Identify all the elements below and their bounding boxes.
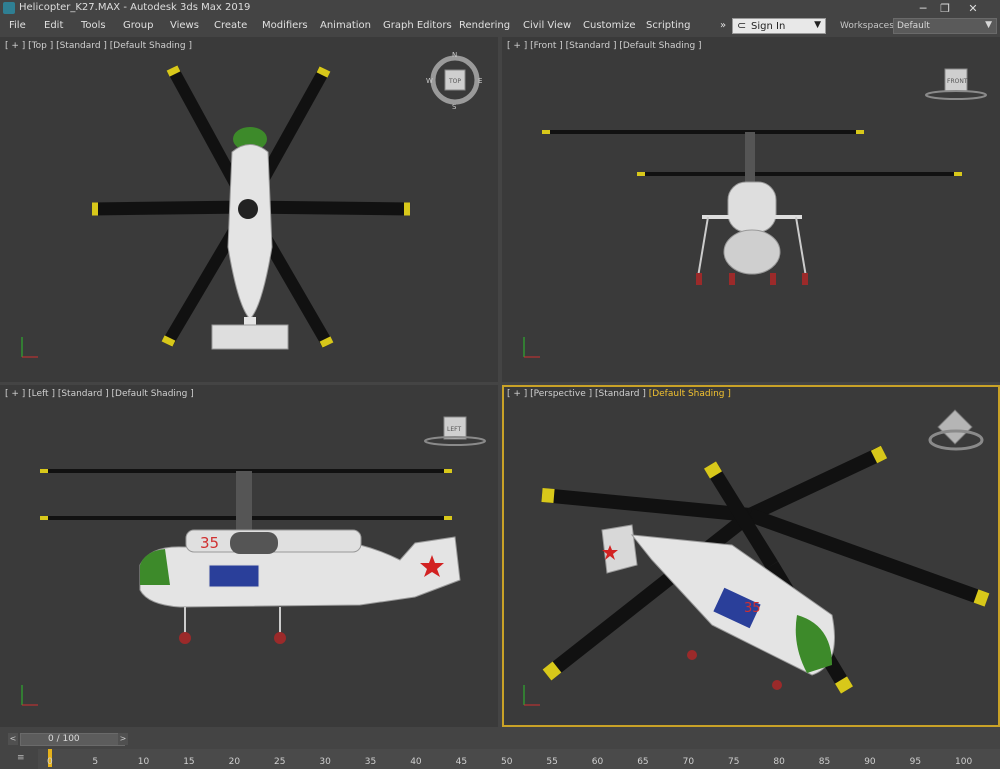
viewcube[interactable]: LEFT [424, 416, 486, 446]
compass-s: S [452, 103, 457, 111]
chevron-down-icon: ▼ [985, 20, 992, 30]
timeline-tick-label: 35 [364, 757, 377, 767]
timeline-tick-label: 75 [728, 757, 740, 767]
tail-number: 35 [744, 601, 761, 616]
chevron-down-icon: ▼ [814, 20, 821, 30]
timeline-tick-label: 50 [501, 757, 513, 767]
menu-civil-view[interactable]: Civil View [523, 20, 571, 31]
viewport-left-scene: LEFT 35 [21, 416, 486, 706]
timeline-tick-label: 80 [773, 757, 785, 767]
timeline-tick-label: 20 [228, 757, 241, 767]
title-bar: Helicopter_K27.MAX - Autodesk 3ds Max 20… [0, 0, 1000, 17]
viewport-front[interactable]: [ + ] [Front ] [Standard ] [Default Shad… [502, 37, 1000, 382]
timeline-next-button[interactable]: > [118, 733, 128, 745]
menu-create[interactable]: Create [214, 20, 247, 31]
time-slider-label: 0 / 100 [48, 734, 80, 744]
menu-overflow-icon[interactable]: » [720, 20, 726, 31]
viewport-perspective-scene: 35 [523, 409, 990, 706]
menu-file[interactable]: File [9, 20, 26, 31]
maximize-button[interactable]: ❐ [932, 1, 958, 16]
viewport-perspective[interactable]: [ + ] [Perspective ] [Standard ] [Defaul… [502, 385, 1000, 727]
viewport-top-scene: TOP N S E W [21, 51, 482, 358]
viewport-top-label[interactable]: [ + ] [Top ] [Standard ] [Default Shadin… [5, 41, 192, 51]
menu-modifiers[interactable]: Modifiers [262, 20, 308, 31]
viewport-front-scene: FRONT [523, 68, 987, 358]
sign-in-label: Sign In [751, 21, 786, 32]
user-icon: ⊂ [737, 19, 747, 32]
tail-number: 35 [200, 534, 219, 552]
viewcube-compass[interactable]: TOP N S E W [426, 51, 482, 111]
timeline-tick-label: 90 [864, 757, 876, 767]
menu-rendering[interactable]: Rendering [459, 20, 510, 31]
viewcube-face-label: FRONT [947, 78, 968, 85]
timeline-tick-label: 65 [637, 757, 649, 767]
menu-views[interactable]: Views [170, 20, 199, 31]
menu-tools[interactable]: Tools [81, 20, 106, 31]
compass-e: E [478, 77, 482, 85]
close-button[interactable]: ✕ [960, 1, 986, 16]
menu-animation[interactable]: Animation [320, 20, 371, 31]
compass-n: N [452, 51, 457, 59]
timeline-tick-label: 15 [183, 757, 195, 767]
menu-scripting[interactable]: Scripting [646, 20, 690, 31]
menu-edit[interactable]: Edit [44, 20, 63, 31]
timeline-tick-label: 40 [410, 757, 422, 767]
viewcube[interactable]: FRONT [925, 68, 987, 100]
timeline-tick-label: 55 [546, 757, 558, 767]
compass-w: W [426, 77, 433, 85]
timeline-tick-label: 45 [455, 757, 468, 767]
viewport-perspective-label-shading: [Default Shading ] [648, 389, 731, 399]
app-icon [3, 2, 15, 14]
sign-in-dropdown[interactable]: ⊂ Sign In ▼ [732, 18, 826, 34]
workspaces-dropdown[interactable]: Default ▼ [893, 18, 997, 34]
timeline-tick-label: 100 [955, 757, 973, 767]
timeline-tick-label: 25 [274, 757, 286, 767]
menu-graph-editors[interactable]: Graph Editors [383, 20, 452, 31]
menu-group[interactable]: Group [123, 20, 153, 31]
timeline-tick-label: 30 [319, 757, 331, 767]
viewcube-face-label: LEFT [447, 426, 461, 433]
timeline-tick-label: 10 [137, 757, 150, 767]
menu-customize[interactable]: Customize [583, 20, 636, 31]
viewcube-face-label: TOP [448, 78, 461, 85]
window-title: Helicopter_K27.MAX - Autodesk 3ds Max 20… [19, 2, 251, 13]
viewcube[interactable] [928, 409, 984, 451]
timeline-tick-label: 5 [92, 757, 99, 767]
timeline-tick-label: 0 [47, 757, 53, 767]
viewport-left[interactable]: [ + ] [Left ] [Standard ] [Default Shadi… [0, 385, 498, 727]
workspaces-label: Workspaces: [840, 21, 897, 31]
timeline-prev-button[interactable]: < [8, 733, 18, 745]
timeline-tick-label: 60 [591, 757, 604, 767]
workspaces-value: Default [897, 21, 930, 31]
viewport-perspective-label-main: [ + ] [Perspective ] [Standard ] [507, 389, 649, 399]
timeline-tick-label: 70 [682, 757, 695, 767]
mini-curve-editor-icon[interactable]: ≡ [17, 753, 25, 763]
timeline-tick-label: 95 [909, 757, 922, 767]
viewport-front-label[interactable]: [ + ] [Front ] [Standard ] [Default Shad… [507, 41, 702, 51]
viewport-left-label[interactable]: [ + ] [Left ] [Standard ] [Default Shadi… [5, 389, 194, 399]
viewport-perspective-label[interactable]: [ + ] [Perspective ] [Standard ] [Defaul… [507, 389, 731, 399]
viewport-top[interactable]: [ + ] [Top ] [Standard ] [Default Shadin… [0, 37, 498, 382]
timeline-tick-label: 85 [818, 757, 831, 767]
